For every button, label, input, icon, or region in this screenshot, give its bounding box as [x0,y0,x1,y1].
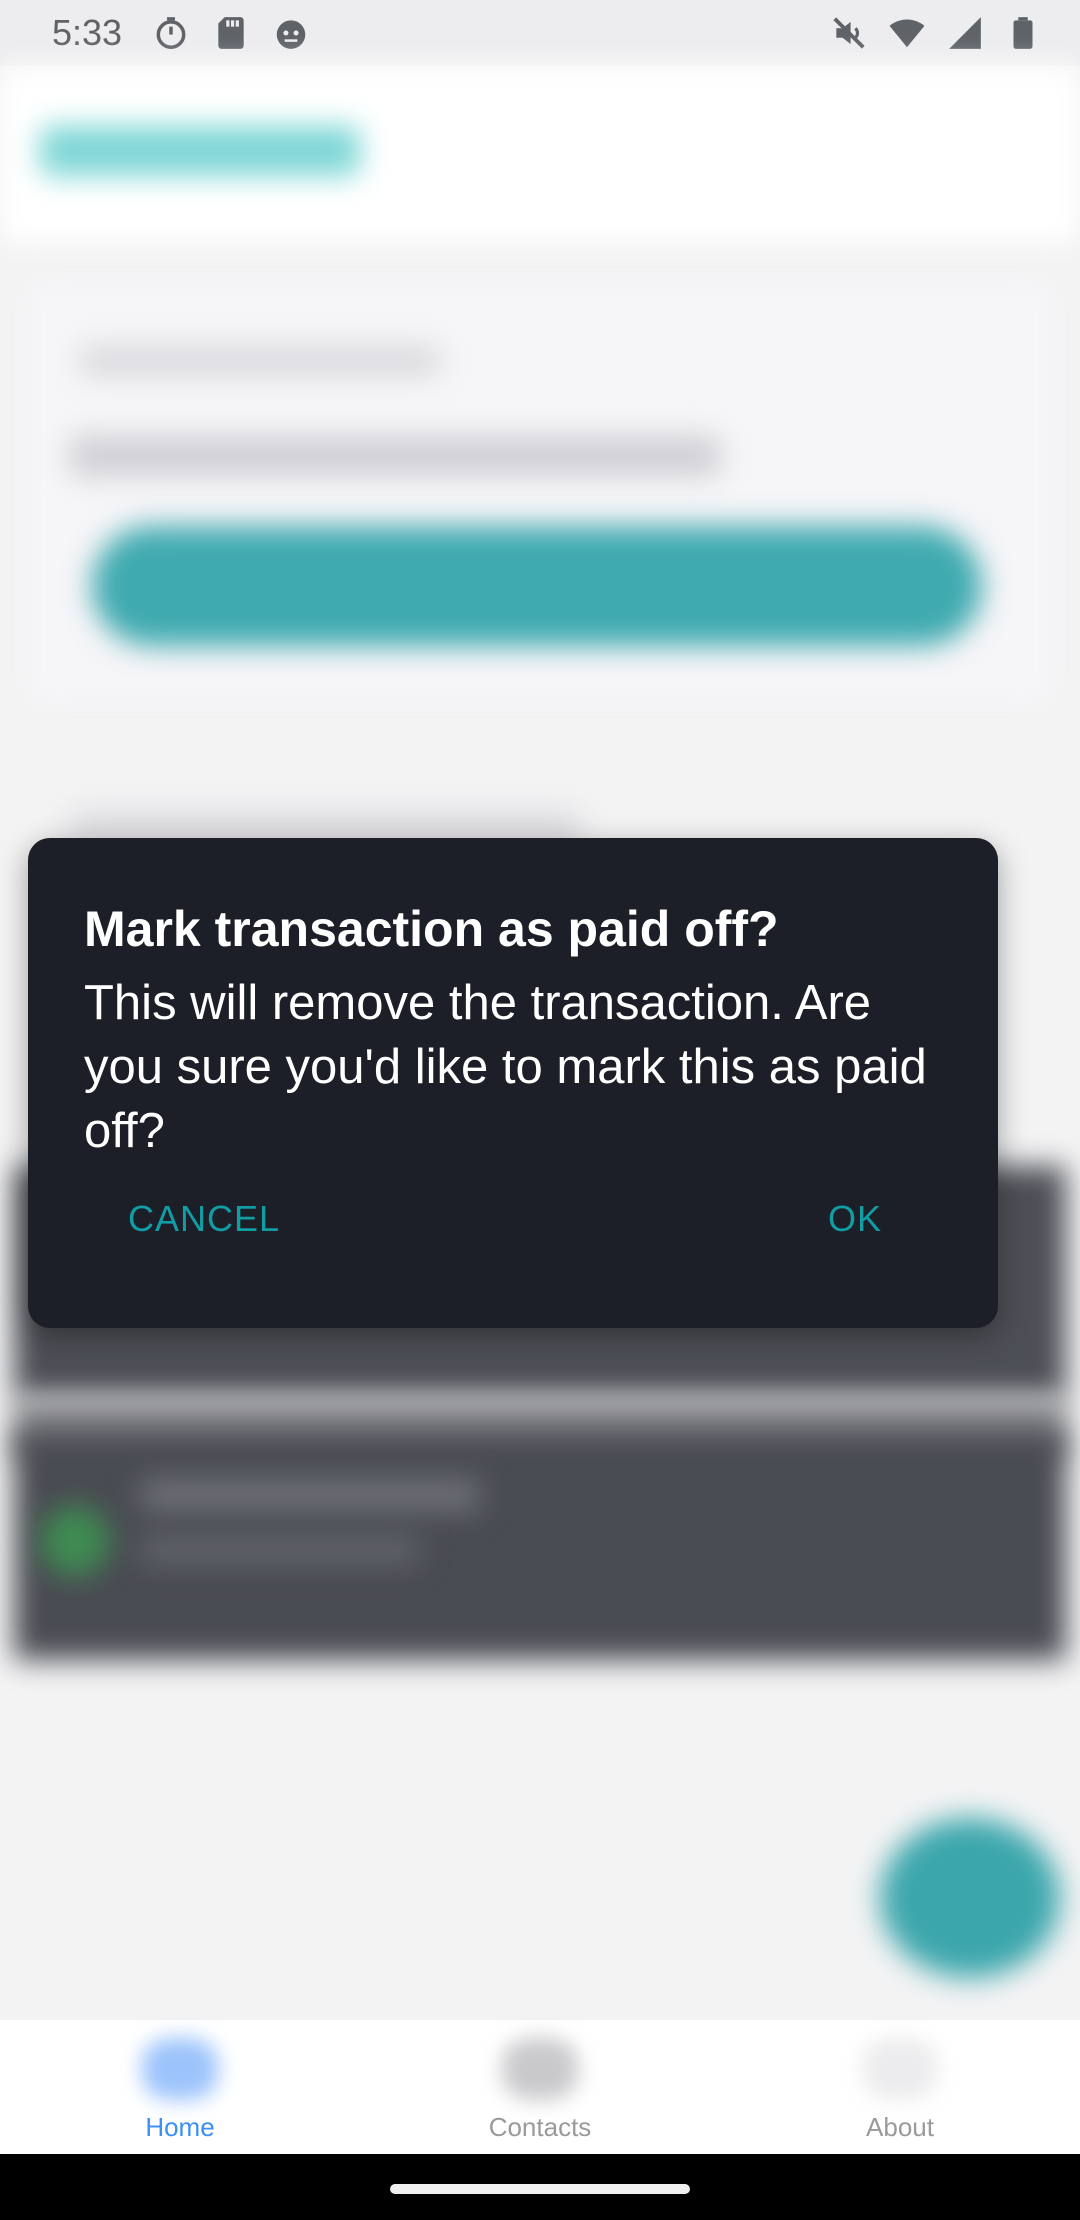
dialog-message: This will remove the transaction. Are yo… [84,976,927,1158]
signal-icon [949,17,981,49]
status-right-icons [830,14,1042,52]
app-title [40,126,360,176]
transaction-subtitle [140,1536,420,1564]
status-left-icons [152,14,310,52]
nav-label-about: About [866,2112,934,2142]
sd-card-icon [218,17,244,49]
summary-card-button [92,526,982,646]
add-fab-button [880,1818,1060,1978]
summary-card-text [70,436,720,476]
ok-button[interactable]: OK [818,1190,892,1248]
home-gesture-handle[interactable] [390,2184,690,2194]
avatar [40,1506,110,1576]
contacts-icon [502,2038,578,2100]
android-debug-icon [276,20,306,49]
battery-icon [1013,17,1033,49]
transaction-title [140,1478,480,1512]
timer-icon [156,17,186,49]
nav-label-contacts: Contacts [488,2112,592,2142]
cancel-button[interactable]: CANCEL [118,1190,290,1248]
nav-label-home: Home [145,2112,215,2142]
confirm-dialog: Mark transaction as paid off? This will … [28,838,998,1328]
status-time: 5:33 [52,12,123,53]
screen: 5:33 Home Contacts About Mark transactio… [0,0,1080,2220]
nav-item-home[interactable]: Home [0,2020,360,2154]
gesture-navigation-bar [0,2154,1080,2220]
nav-item-contacts[interactable]: Contacts [360,2020,720,2154]
wifi-icon [889,19,925,48]
mute-icon [833,17,865,49]
dialog-title: Mark transaction as paid off? [84,901,779,957]
summary-card-caption [80,346,440,376]
about-icon [862,2038,938,2100]
home-icon [142,2038,218,2100]
nav-item-about[interactable]: About [720,2020,1080,2154]
status-bar: 5:33 [0,0,1080,66]
bottom-navigation: Home Contacts About [0,2020,1080,2154]
